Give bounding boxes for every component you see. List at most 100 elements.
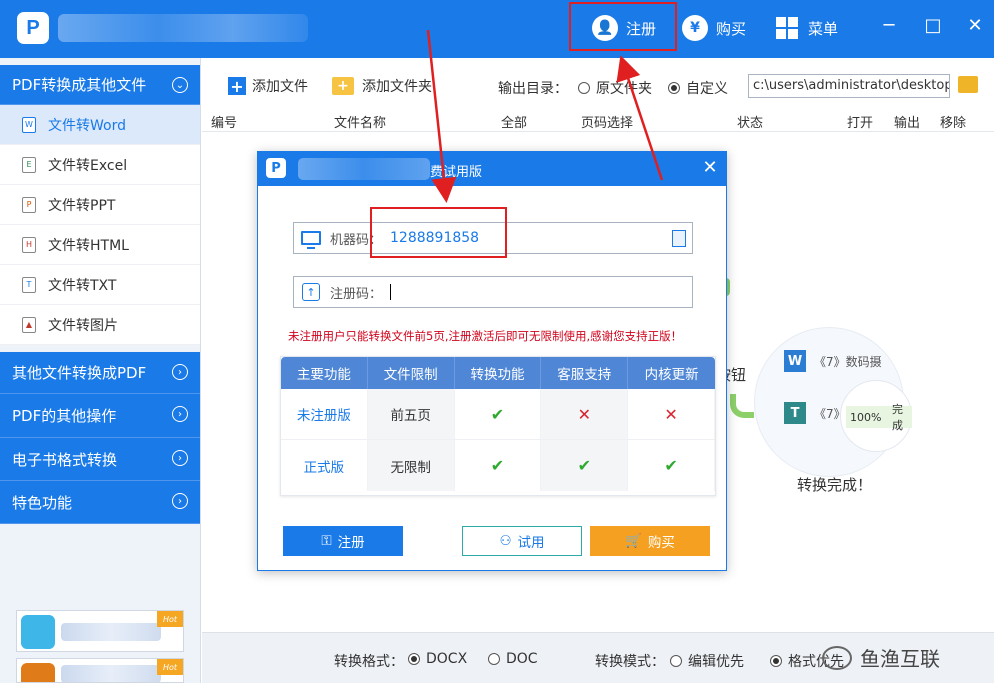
- output-path-field[interactable]: c:\users\administrator\desktop\: [748, 74, 950, 98]
- cell-convert: ✔: [455, 389, 542, 439]
- edition-name: 正式版: [281, 440, 368, 491]
- button-label: 注册: [337, 535, 365, 551]
- sidebar-item-to-excel[interactable]: E 文件转Excel: [0, 145, 200, 185]
- sidebar-section-label: 特色功能: [12, 493, 73, 512]
- browse-folder-icon[interactable]: [958, 76, 978, 93]
- cross-icon: ✕: [664, 404, 678, 424]
- radio-doc[interactable]: DOC: [488, 651, 538, 667]
- check-icon: ✔: [577, 456, 591, 475]
- sidebar-section-pdf-ops[interactable]: PDF的其他操作 ›: [0, 394, 200, 438]
- chevron-right-icon: ›: [172, 364, 188, 380]
- edition-comparison-table: 主要功能 文件限制 转换功能 客服支持 内核更新 未注册版 前五页 ✔ ✕ ✕ …: [280, 356, 716, 496]
- button-label: 试用: [517, 535, 545, 551]
- cart-icon: 🛒: [625, 533, 642, 549]
- minimize-button[interactable]: ─: [874, 12, 904, 38]
- sidebar-section-pdf-to-other[interactable]: PDF转换成其他文件 ⌄: [0, 65, 200, 105]
- col-page-select: 页码选择: [581, 116, 634, 131]
- menu-button[interactable]: 菜单: [776, 12, 838, 44]
- radio-selected-icon: [770, 655, 782, 667]
- col-index: 编号: [211, 116, 238, 131]
- upload-icon: ↑: [300, 281, 322, 303]
- file-table-header: 编号 文件名称 全部 页码选择 状态 打开 输出 移除: [202, 108, 994, 132]
- text-file-icon: T: [784, 402, 806, 424]
- progress-value: 100%: [850, 410, 882, 424]
- dialog-trial-button[interactable]: ⚇ 试用: [462, 526, 582, 556]
- register-code-field[interactable]: ↑ 注册码：: [293, 276, 693, 308]
- radio-icon: [670, 655, 682, 667]
- close-window-button[interactable]: ✕: [960, 12, 990, 38]
- sidebar-promo-2[interactable]: Hot: [16, 658, 184, 683]
- radio-icon: [488, 653, 500, 665]
- dialog-title: 费试用版: [430, 165, 483, 180]
- dialog-title-bar: P 费试用版 ✕: [258, 152, 726, 186]
- key-icon: ⚿: [321, 533, 332, 549]
- word-file-icon: W: [22, 116, 36, 133]
- col-status: 状态: [737, 116, 764, 131]
- col-all[interactable]: 全部: [501, 112, 527, 131]
- sidebar-item-label: 文件转Word: [48, 117, 126, 134]
- folder-plus-icon: +: [332, 77, 354, 95]
- cell-update: ✔: [628, 440, 715, 491]
- add-folder-button[interactable]: + 添加文件夹: [332, 76, 432, 96]
- check-icon: ✔: [490, 456, 505, 475]
- header-cell: 转换功能: [455, 357, 542, 389]
- check-icon: ✔: [490, 404, 505, 424]
- mode-label: 转换模式：: [595, 654, 665, 670]
- check-icon: ✔: [664, 456, 678, 475]
- button-label: 购买: [647, 535, 675, 551]
- sidebar-item-label: 文件转Excel: [48, 157, 128, 174]
- watermark-text: 鱼渔互联: [860, 647, 940, 671]
- sidebar-item-to-image[interactable]: ▲ 文件转图片: [0, 305, 200, 345]
- header-cell: 主要功能: [281, 357, 368, 389]
- add-folder-label: 添加文件夹: [362, 79, 432, 95]
- radio-label: 自定义: [686, 81, 728, 97]
- radio-custom-folder[interactable]: 自定义: [668, 78, 728, 98]
- illustration-file-t: T 《7》: [784, 402, 846, 424]
- dialog-logo-icon: P: [266, 158, 286, 178]
- text-caret: [390, 284, 392, 300]
- cell-support: ✕: [541, 389, 629, 439]
- txt-file-icon: T: [22, 276, 36, 293]
- sidebar-section-label: PDF转换成其他文件: [12, 76, 147, 94]
- radio-source-folder[interactable]: 原文件夹: [578, 78, 652, 98]
- cell-convert: ✔: [455, 440, 542, 491]
- sidebar-promo-1[interactable]: Hot: [16, 610, 184, 652]
- radio-docx[interactable]: DOCX: [408, 651, 467, 667]
- cell-support: ✔: [541, 440, 629, 491]
- hot-badge: Hot: [157, 659, 183, 675]
- sidebar-section-other-to-pdf[interactable]: 其他文件转换成PDF ›: [0, 352, 200, 394]
- dialog-close-button[interactable]: ✕: [700, 158, 720, 178]
- sidebar: PDF转换成其他文件 ⌄ W 文件转Word E 文件转Excel P 文件转P…: [0, 58, 201, 683]
- edition-name: 未注册版: [281, 389, 368, 439]
- word-icon: W: [784, 350, 806, 372]
- limit-value: 前五页: [367, 389, 455, 439]
- promo-app-icon: [21, 615, 55, 649]
- radio-edit-first[interactable]: 编辑优先: [670, 651, 744, 671]
- maximize-button[interactable]: □: [918, 12, 948, 38]
- buy-button[interactable]: ¥ 购买: [682, 12, 746, 44]
- col-filename: 文件名称: [334, 116, 387, 131]
- comparison-header-row: 主要功能 文件限制 转换功能 客服支持 内核更新: [281, 357, 715, 389]
- copy-icon[interactable]: [672, 230, 686, 247]
- add-file-label: 添加文件: [252, 79, 308, 95]
- sidebar-item-to-ppt[interactable]: P 文件转PPT: [0, 185, 200, 225]
- sidebar-item-to-html[interactable]: H 文件转HTML: [0, 225, 200, 265]
- sidebar-section-special[interactable]: 特色功能 ›: [0, 481, 200, 524]
- sidebar-item-to-word[interactable]: W 文件转Word: [0, 105, 200, 145]
- header-cell: 内核更新: [644, 367, 699, 383]
- add-file-button[interactable]: + 添加文件: [228, 76, 308, 96]
- header-cell: 文件限制: [368, 357, 455, 389]
- dialog-buy-button[interactable]: 🛒 购买: [590, 526, 710, 556]
- sidebar-item-to-txt[interactable]: T 文件转TXT: [0, 265, 200, 305]
- dialog-register-button[interactable]: ⚿ 注册: [283, 526, 403, 556]
- output-dir-label: 输出目录：: [498, 81, 568, 97]
- radio-label: DOC: [506, 651, 538, 667]
- table-row: 正式版 无限制 ✔ ✔ ✔: [281, 440, 715, 491]
- radio-icon: [578, 82, 590, 94]
- annotation-highlight-register: [569, 2, 677, 51]
- sidebar-item-label: 文件转HTML: [48, 237, 129, 254]
- html-file-icon: H: [22, 236, 36, 253]
- illustration-progress: 100% 完成: [846, 403, 912, 432]
- sidebar-section-ebook[interactable]: 电子书格式转换 ›: [0, 438, 200, 481]
- radio-label: 原文件夹: [596, 81, 652, 97]
